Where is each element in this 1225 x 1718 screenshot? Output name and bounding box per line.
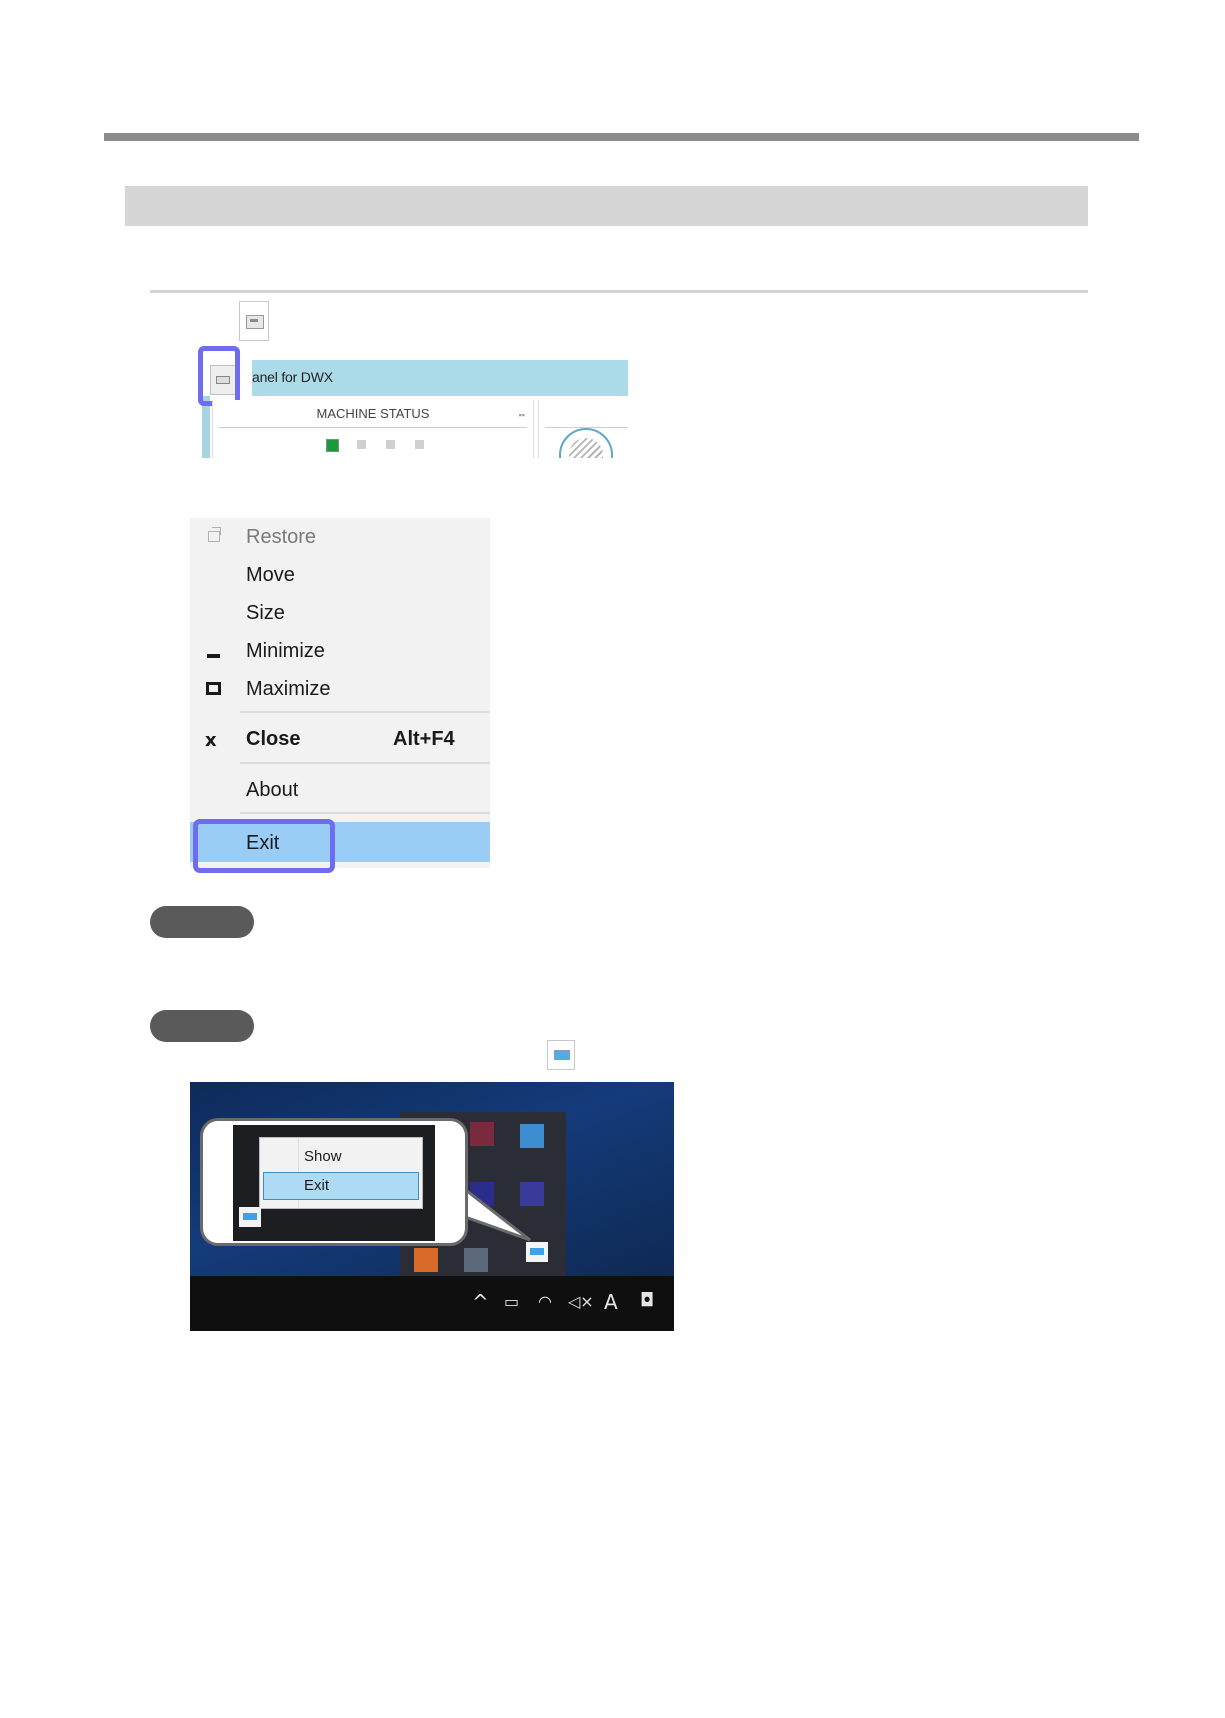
battery-icon[interactable]: ▭ [504, 1292, 519, 1311]
panel-title: MACHINE STATUS [316, 406, 430, 421]
context-exit-highlight [263, 1172, 419, 1200]
context-item-exit[interactable]: Exit [304, 1177, 329, 1194]
window-title: anel for DWX [252, 369, 333, 385]
status-led [415, 440, 424, 449]
notification-icon[interactable]: ◘ [640, 1290, 654, 1311]
menu-item-about[interactable]: About [190, 771, 490, 807]
status-led-active [326, 439, 339, 452]
panel-divider [219, 427, 527, 428]
tray-context-menu: Show Exit [259, 1137, 423, 1209]
control-menu-icon [239, 301, 269, 341]
menu-item-label: Minimize [246, 640, 325, 662]
menu-item-size[interactable]: Size [190, 594, 490, 630]
taskbar-tray-screenshot: Show Exit ^ ▭ ◠ ◁× A ◘ [190, 1082, 674, 1331]
tray-app-icon [547, 1040, 575, 1070]
tray-icon [520, 1124, 544, 1148]
window-titlebar-screenshot: anel for DWX MACHINE STATUS ▪▪ [198, 346, 628, 458]
window-titlebar: anel for DWX [252, 360, 628, 396]
note-pill [150, 1010, 254, 1042]
spindle-panel [538, 400, 628, 458]
minimize-icon [207, 654, 220, 658]
system-menu: Restore Move Size Minimize Maximize x Cl… [190, 518, 490, 873]
restore-icon [208, 527, 221, 542]
control-icon-callout [198, 346, 240, 406]
menu-item-minimize[interactable]: Minimize [190, 632, 490, 668]
wifi-icon[interactable]: ◠ [538, 1292, 552, 1311]
taskbar: ^ ▭ ◠ ◁× A ◘ [190, 1276, 674, 1331]
machine-status-panel: MACHINE STATUS ▪▪ [212, 400, 534, 458]
top-rule [104, 133, 1139, 141]
menu-item-close[interactable]: x Close Alt+F4 [190, 720, 490, 756]
menu-item-restore[interactable]: Restore [190, 518, 490, 554]
tray-app-icon [239, 1207, 261, 1227]
status-led [357, 440, 366, 449]
menu-separator [240, 812, 490, 814]
tray-icon [414, 1248, 438, 1272]
maximize-icon [206, 682, 221, 695]
grip-icon: ▪▪ [518, 410, 525, 420]
menu-item-label: About [246, 779, 299, 801]
ime-indicator[interactable]: A [604, 1290, 618, 1314]
show-hidden-icons-chevron[interactable]: ^ [472, 1290, 489, 1314]
speaker-muted-icon[interactable]: ◁× [568, 1292, 594, 1311]
note-pill [150, 906, 254, 938]
zoom-callout: Show Exit [200, 1118, 468, 1246]
menu-item-label: Close [246, 728, 301, 750]
menu-item-label: Maximize [246, 678, 331, 700]
menu-separator [240, 711, 490, 713]
menu-item-move[interactable]: Move [190, 556, 490, 592]
menu-separator [240, 762, 490, 764]
menu-item-label: Move [246, 564, 295, 586]
menu-item-label: Size [246, 602, 285, 624]
menu-item-maximize[interactable]: Maximize [190, 670, 490, 706]
exit-callout [193, 819, 335, 873]
gauge-icon [559, 428, 613, 458]
menu-item-label: Restore [246, 526, 317, 548]
menu-item-shortcut: Alt+F4 [393, 728, 455, 750]
context-item-show[interactable]: Show [304, 1148, 342, 1165]
section-header-bar [125, 186, 1088, 226]
tray-icon [470, 1122, 494, 1146]
subsection-rule [150, 290, 1088, 293]
status-led [386, 440, 395, 449]
close-icon: x [205, 730, 217, 751]
